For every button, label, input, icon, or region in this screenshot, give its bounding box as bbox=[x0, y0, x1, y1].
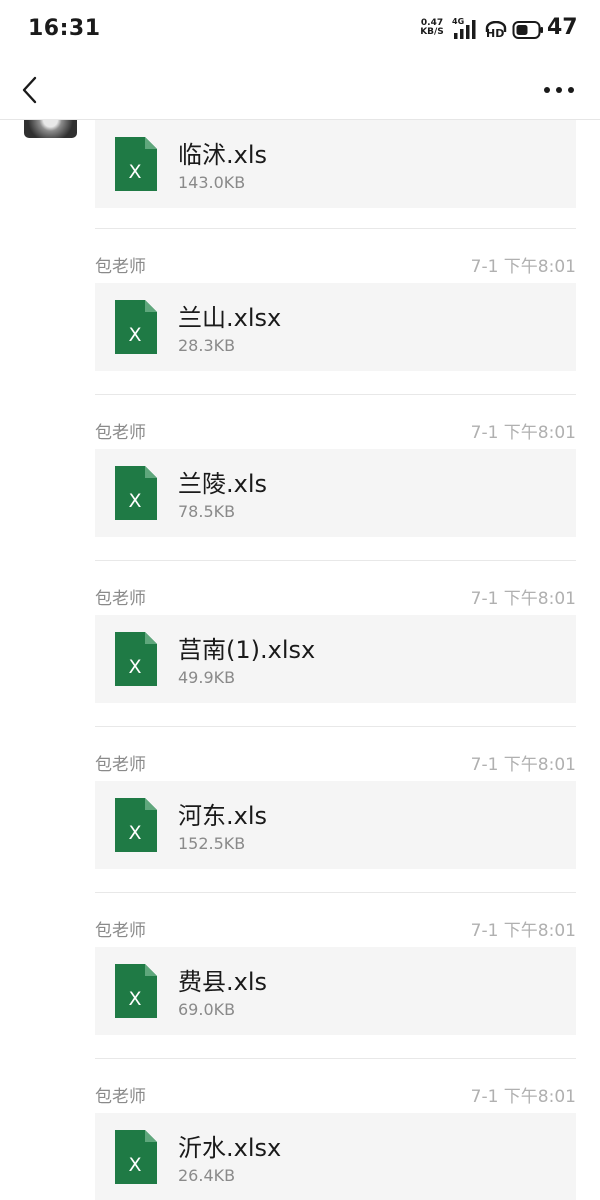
signal-icon: 4G bbox=[452, 17, 478, 40]
message-divider bbox=[95, 560, 576, 561]
excel-file-icon: X bbox=[115, 1130, 157, 1184]
message-time: 7-1 下午8:01 bbox=[470, 921, 576, 941]
excel-file-icon: X bbox=[115, 964, 157, 1018]
hd-voice-icon: HD bbox=[484, 18, 508, 40]
file-card[interactable]: X 临沭.xls 143.0KB bbox=[95, 120, 576, 208]
network-speed-unit: KB/S bbox=[420, 27, 444, 37]
sender-name: 包老师 bbox=[95, 921, 146, 941]
file-size: 143.0KB bbox=[178, 173, 246, 192]
sender-name: 包老师 bbox=[95, 1087, 146, 1107]
svg-text:X: X bbox=[128, 988, 141, 1010]
file-size: 152.5KB bbox=[178, 834, 246, 853]
file-size: 26.4KB bbox=[178, 1166, 236, 1185]
message-divider bbox=[95, 726, 576, 727]
file-name: 河东.xls bbox=[178, 802, 268, 830]
status-bar: 16:31 0.47 KB/S 4G HD 47 bbox=[0, 0, 600, 60]
file-name: 莒南(1).xlsx bbox=[178, 636, 316, 664]
excel-file-icon: X bbox=[115, 300, 157, 354]
battery-icon bbox=[512, 20, 544, 40]
file-card[interactable]: X 兰山.xlsx 28.3KB bbox=[95, 283, 576, 371]
excel-file-icon: X bbox=[115, 632, 157, 686]
nav-bar bbox=[0, 60, 600, 120]
chat-screen: 16:31 0.47 KB/S 4G HD 47 X 临沭.xls 143.0K… bbox=[0, 0, 600, 1200]
svg-text:X: X bbox=[128, 656, 141, 678]
network-speed: 0.47 KB/S bbox=[419, 19, 445, 37]
file-size: 28.3KB bbox=[178, 336, 236, 355]
more-dots-icon[interactable] bbox=[542, 75, 576, 105]
svg-text:X: X bbox=[128, 822, 141, 844]
file-size: 69.0KB bbox=[178, 1000, 236, 1019]
sender-name: 包老师 bbox=[95, 257, 146, 277]
status-time: 16:31 bbox=[28, 16, 101, 41]
chevron-left-icon[interactable] bbox=[18, 70, 44, 110]
file-size: 49.9KB bbox=[178, 668, 236, 687]
file-card[interactable]: X 兰陵.xls 78.5KB bbox=[95, 449, 576, 537]
file-name: 沂水.xlsx bbox=[178, 1134, 282, 1162]
svg-text:X: X bbox=[128, 324, 141, 346]
message-divider bbox=[95, 1058, 576, 1059]
sender-name: 包老师 bbox=[95, 755, 146, 775]
excel-file-icon: X bbox=[115, 137, 157, 191]
file-card[interactable]: X 沂水.xlsx 26.4KB bbox=[95, 1113, 576, 1200]
chat-message-list[interactable]: X 临沭.xls 143.0KB 包老师 7-1 下午8:01 X 兰山.xls… bbox=[0, 120, 600, 1200]
sender-avatar[interactable] bbox=[24, 120, 77, 138]
network-type: 4G bbox=[452, 17, 465, 26]
message-time: 7-1 下午8:01 bbox=[470, 257, 576, 277]
message-divider bbox=[95, 892, 576, 893]
message-time: 7-1 下午8:01 bbox=[470, 589, 576, 609]
excel-file-icon: X bbox=[115, 466, 157, 520]
file-card[interactable]: X 莒南(1).xlsx 49.9KB bbox=[95, 615, 576, 703]
svg-text:X: X bbox=[128, 161, 141, 183]
file-name: 兰陵.xls bbox=[178, 470, 268, 498]
svg-text:X: X bbox=[128, 1154, 141, 1176]
file-card[interactable]: X 河东.xls 152.5KB bbox=[95, 781, 576, 869]
svg-text:X: X bbox=[128, 490, 141, 512]
message-time: 7-1 下午8:01 bbox=[470, 1087, 576, 1107]
file-card[interactable]: X 费县.xls 69.0KB bbox=[95, 947, 576, 1035]
message-divider bbox=[95, 394, 576, 395]
file-size: 78.5KB bbox=[178, 502, 236, 521]
hd-label: HD bbox=[486, 27, 505, 40]
file-name: 临沭.xls bbox=[178, 141, 268, 169]
message-time: 7-1 下午8:01 bbox=[470, 755, 576, 775]
message-time: 7-1 下午8:01 bbox=[470, 423, 576, 443]
message-divider bbox=[95, 228, 576, 229]
file-name: 兰山.xlsx bbox=[178, 304, 282, 332]
excel-file-icon: X bbox=[115, 798, 157, 852]
file-name: 费县.xls bbox=[178, 968, 268, 996]
battery-level: 47 bbox=[547, 15, 578, 40]
sender-name: 包老师 bbox=[95, 589, 146, 609]
sender-name: 包老师 bbox=[95, 423, 146, 443]
